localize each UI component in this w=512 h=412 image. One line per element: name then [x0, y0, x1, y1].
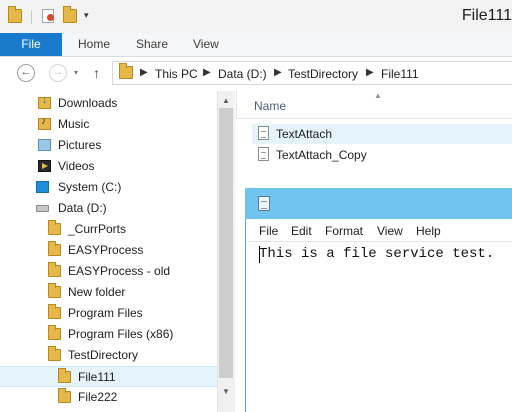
downloads-icon [38, 95, 51, 109]
tree-item-label: Data (D:) [58, 201, 107, 215]
tab-share[interactable]: Share [136, 33, 168, 56]
breadcrumb-this-pc[interactable]: This PC [155, 67, 198, 81]
breadcrumb-separator-icon[interactable]: ▶ [366, 67, 374, 78]
folder-icon [58, 368, 71, 383]
tree-item-currports[interactable]: _CurrPorts [0, 219, 217, 240]
tree-item-label: _CurrPorts [68, 222, 127, 236]
folder-icon [119, 63, 133, 79]
tree-item-label: File222 [78, 390, 118, 404]
tree-item-program-files-x86[interactable]: Program Files (x86) [0, 324, 217, 345]
tab-file[interactable]: File [0, 33, 62, 56]
scrollbar-thumb[interactable] [219, 108, 233, 378]
tree-item-program-files[interactable]: Program Files [0, 303, 217, 324]
recent-locations-chevron-down-icon[interactable]: ▾ [74, 68, 78, 77]
tree-item-new-folder[interactable]: New folder [0, 282, 217, 303]
pictures-icon [38, 139, 51, 151]
tab-home[interactable]: Home [78, 33, 110, 56]
window-title: File111 [461, 7, 512, 24]
menu-help[interactable]: Help [416, 224, 441, 238]
file-name: TextAttach [276, 127, 333, 141]
menu-view[interactable]: View [377, 224, 403, 238]
breadcrumb-separator-icon[interactable]: ▶ [140, 67, 148, 78]
tree-item-label: Program Files (x86) [68, 327, 174, 341]
address-bar[interactable]: ▶ This PC ▶ Data (D:) ▶ TestDirectory ▶ … [112, 61, 512, 85]
tree-item-label: Program Files [68, 306, 143, 320]
file-row-textattach-copy[interactable]: TextAttach_Copy [252, 145, 512, 165]
tree-item-file111[interactable]: File111 [0, 366, 217, 387]
breadcrumb-separator-icon[interactable]: ▶ [203, 67, 211, 78]
navigation-tree: Downloads Music Pictures Videos System (… [0, 91, 217, 412]
windows-drive-icon [36, 181, 49, 193]
breadcrumb-testdirectory[interactable]: TestDirectory [288, 67, 358, 81]
folder-icon [48, 283, 61, 298]
tree-item-label: File111 [78, 370, 116, 384]
drive-icon [36, 205, 49, 212]
tree-item-label: Music [58, 117, 90, 131]
text-file-icon [258, 126, 269, 140]
column-divider [236, 91, 237, 119]
new-folder-icon[interactable] [63, 6, 77, 23]
scroll-up-arrow-icon[interactable]: ▲ [222, 96, 230, 105]
tree-item-music[interactable]: Music [0, 114, 217, 135]
folder-icon [48, 346, 61, 361]
notepad-title-bar[interactable] [245, 188, 512, 219]
tree-item-label: EASYProcess [68, 243, 144, 257]
sort-ascending-icon: ▲ [374, 91, 382, 100]
tree-item-label: Pictures [58, 138, 102, 152]
notepad-content[interactable]: This is a file service test. [259, 246, 494, 262]
file-row-textattach[interactable]: TextAttach [252, 124, 512, 144]
text-file-icon [258, 147, 269, 161]
tree-item-videos[interactable]: Videos [0, 156, 217, 177]
tree-item-label: TestDirectory [68, 348, 139, 362]
notepad-icon[interactable] [258, 196, 270, 211]
properties-icon[interactable] [42, 9, 54, 23]
tree-item-label: New folder [68, 285, 126, 299]
folder-icon [48, 304, 61, 319]
notepad-text-area[interactable] [246, 242, 512, 412]
column-header-name[interactable]: Name [254, 99, 286, 113]
tree-item-label: EASYProcess - old [68, 264, 171, 278]
ribbon [0, 33, 512, 57]
file-name: TextAttach_Copy [276, 148, 367, 162]
folder-icon [48, 241, 61, 256]
tree-item-easyprocess[interactable]: EASYProcess [0, 240, 217, 261]
menu-format[interactable]: Format [325, 224, 363, 238]
tree-item-pictures[interactable]: Pictures [0, 135, 217, 156]
tab-view[interactable]: View [193, 33, 219, 56]
folder-icon [48, 262, 61, 277]
tree-item-testdirectory[interactable]: TestDirectory [0, 345, 217, 366]
tree-item-label: System (C:) [58, 180, 122, 194]
tree-item-data-d[interactable]: Data (D:) [0, 198, 217, 219]
text-caret [259, 246, 260, 263]
tree-item-downloads[interactable]: Downloads [0, 93, 217, 114]
breadcrumb-file111[interactable]: File111 [381, 67, 419, 81]
breadcrumb-separator-icon[interactable]: ▶ [274, 67, 282, 78]
menu-edit[interactable]: Edit [291, 224, 312, 238]
menu-file[interactable]: File [259, 224, 278, 238]
qat-separator [31, 10, 32, 24]
breadcrumb-data-d[interactable]: Data (D:) [218, 67, 267, 81]
folder-icon [48, 220, 61, 235]
customize-qat-chevron-down-icon[interactable]: ▾ [84, 10, 89, 21]
forward-arrow-icon[interactable]: → [49, 64, 67, 82]
folder-icon [48, 325, 61, 340]
music-icon [38, 116, 51, 130]
tree-item-label: Downloads [58, 96, 118, 110]
scroll-down-arrow-icon[interactable]: ▼ [222, 387, 230, 396]
tree-item-system-c[interactable]: System (C:) [0, 177, 217, 198]
tree-item-label: Videos [58, 159, 95, 173]
folder-icon [58, 388, 71, 403]
tree-item-easyprocess-old[interactable]: EASYProcess - old [0, 261, 217, 282]
videos-icon [38, 160, 51, 172]
folder-icon[interactable] [8, 6, 22, 23]
tree-item-file222[interactable]: File222 [0, 387, 217, 408]
back-arrow-icon[interactable]: ← [17, 64, 35, 82]
up-arrow-icon[interactable]: ↑ [93, 65, 100, 81]
